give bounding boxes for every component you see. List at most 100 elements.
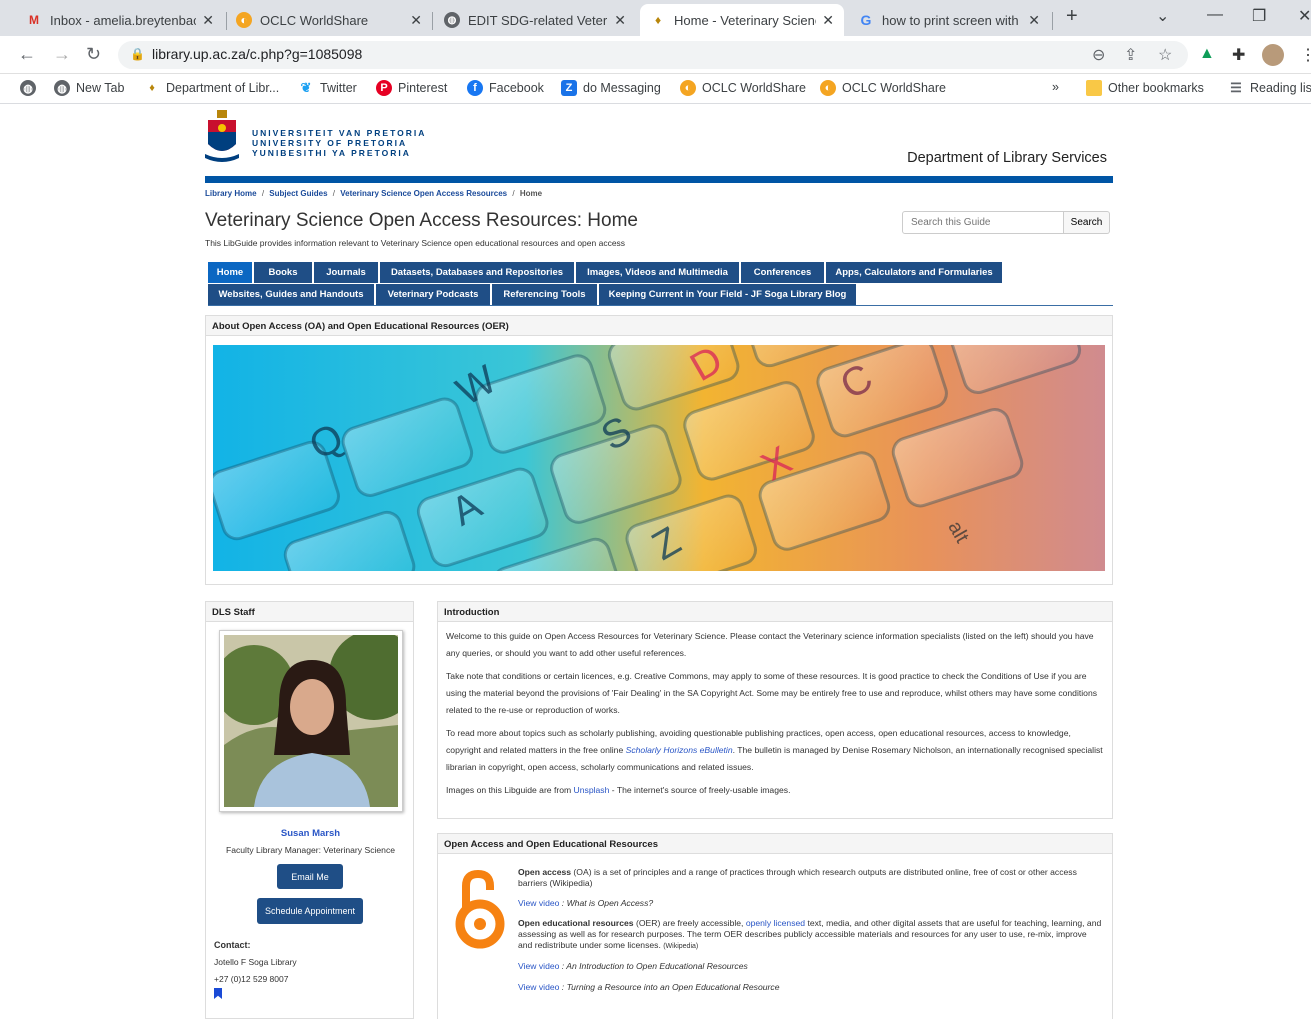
tab-search-chevron-icon[interactable]: ⌄ — [1156, 6, 1169, 26]
view-video-link[interactable]: View video — [518, 961, 559, 971]
breadcrumb-guide[interactable]: Veterinary Science Open Access Resources — [340, 189, 507, 198]
search-button[interactable]: Search — [1064, 211, 1110, 234]
close-icon[interactable]: ✕ — [1028, 12, 1040, 29]
tab-conferences[interactable]: Conferences — [741, 262, 824, 283]
gmail-icon: M — [29, 13, 39, 27]
minimize-icon[interactable]: — — [1207, 6, 1223, 24]
tab-label: how to print screen with c — [882, 12, 1023, 28]
guide-description: This LibGuide provides information relev… — [205, 238, 626, 248]
up-crest-icon: ♦ — [149, 82, 155, 94]
globe-icon: ◍ — [54, 80, 70, 96]
tab-label: Inbox - amelia.breytenbac — [50, 12, 197, 28]
department-title: Department of Library Services — [907, 150, 1107, 166]
tab-referencing[interactable]: Referencing Tools — [492, 284, 597, 305]
profile-avatar[interactable] — [1262, 44, 1284, 66]
view-video-link[interactable]: View video — [518, 898, 559, 908]
schedule-appointment-button[interactable]: Schedule Appointment — [257, 898, 363, 924]
extensions-puzzle-icon[interactable]: ✚ — [1232, 45, 1245, 65]
intro-paragraph-3: To read more about topics such as schola… — [446, 728, 1103, 772]
close-icon[interactable]: ✕ — [822, 12, 834, 29]
breadcrumb-library-home[interactable]: Library Home — [205, 189, 257, 198]
bookmark-ribbon-icon[interactable] — [214, 988, 222, 999]
bookmark-dept-library[interactable]: ♦ Department of Libr... — [144, 80, 279, 96]
tab-books[interactable]: Books — [254, 262, 312, 283]
guide-search: Search — [902, 211, 1110, 234]
close-icon[interactable]: ✕ — [410, 12, 422, 29]
new-tab-button[interactable]: + — [1066, 5, 1078, 28]
tab-apps[interactable]: Apps, Calculators and Formularies — [826, 262, 1002, 283]
tab-journals[interactable]: Journals — [314, 262, 378, 283]
search-input[interactable] — [902, 211, 1064, 234]
tab-datasets[interactable]: Datasets, Databases and Repositories — [380, 262, 574, 283]
unsplash-link[interactable]: Unsplash — [574, 785, 610, 795]
browser-tab-home-vet[interactable]: ♦ Home - Veterinary Scienc ✕ — [640, 4, 844, 36]
intro-paragraph-1: Welcome to this guide on Open Access Res… — [446, 631, 1094, 658]
restore-icon[interactable]: ❐ — [1252, 6, 1266, 26]
bookmark-new-tab[interactable]: ◍ New Tab — [54, 80, 124, 96]
bookmark-do-messaging[interactable]: Zdo Messaging — [561, 80, 661, 96]
page-title: Veterinary Science Open Access Resources… — [205, 210, 638, 231]
university-crest-logo[interactable] — [205, 110, 239, 166]
google-icon: G — [860, 12, 872, 28]
breadcrumb-current: Home — [519, 189, 543, 198]
email-me-button[interactable]: Email Me — [277, 864, 343, 889]
oer-video-3: View video : Turning a Resource into an … — [518, 982, 780, 992]
tab-images[interactable]: Images, Videos and Multimedia — [576, 262, 739, 283]
tab-label: EDIT SDG-related Veterina — [468, 12, 608, 28]
tab-home[interactable]: Home — [208, 262, 252, 283]
apps-globe-icon[interactable]: ◍ — [20, 80, 42, 96]
staff-role: Faculty Library Manager: Veterinary Scie… — [225, 845, 396, 855]
oa-definition: Open access (OA) is a set of principles … — [518, 867, 1077, 888]
close-icon[interactable]: ✕ — [614, 12, 626, 29]
oclc-icon: ◐ — [236, 12, 252, 28]
tab-keeping-current[interactable]: Keeping Current in Your Field - JF Soga … — [599, 284, 856, 305]
breadcrumb: Library Home / Subject Guides / Veterina… — [205, 189, 543, 198]
intro-paragraph-4: Images on this Libguide are from Unsplas… — [446, 785, 791, 795]
openly-licensed-link[interactable]: openly licensed — [746, 918, 805, 928]
browser-tab-oclc[interactable]: ◐ OCLC WorldShare ✕ — [226, 4, 432, 36]
bookmark-pinterest[interactable]: P Pinterest — [376, 80, 447, 96]
browser-tab-gmail[interactable]: M Inbox - amelia.breytenbac ✕ — [16, 4, 224, 36]
close-icon[interactable]: ✕ — [202, 12, 214, 29]
share-icon[interactable]: ⇪ — [1124, 45, 1137, 65]
forward-arrow-icon[interactable]: → — [53, 44, 71, 65]
box-title: About Open Access (OA) and Open Educatio… — [206, 316, 1112, 336]
menu-kebab-icon[interactable]: ⋮ — [1300, 45, 1311, 65]
university-name-logo: UNIVERSITEIT VAN PRETORIA UNIVERSITY OF … — [252, 128, 427, 158]
oer-definition: Open educational resources (OER) are fre… — [518, 918, 1102, 950]
url-bar[interactable]: 🔒 library.up.ac.za/c.php?g=1085098 ⊖ ⇪ ☆ — [118, 41, 1188, 69]
back-arrow-icon[interactable]: ← — [18, 44, 36, 65]
box-title: DLS Staff — [206, 602, 413, 622]
staff-name[interactable]: Susan Marsh — [206, 828, 415, 839]
bookmark-facebook[interactable]: f Facebook — [467, 80, 544, 96]
bookmarks-overflow-button[interactable]: » — [1052, 80, 1059, 94]
reading-list[interactable]: ☰ Reading lis — [1228, 80, 1311, 96]
contact-phone: +27 (0)12 529 8007 — [214, 974, 289, 984]
reload-icon[interactable]: ↻ — [86, 44, 101, 65]
bookmark-star-icon[interactable]: ☆ — [1158, 45, 1172, 65]
browser-tab-edit-sdg[interactable]: ◍ EDIT SDG-related Veterina ✕ — [434, 4, 636, 36]
google-drive-icon[interactable]: ▲ — [1199, 45, 1215, 63]
contact-label: Contact: — [214, 940, 251, 950]
window-close-icon[interactable]: ✕ — [1298, 6, 1311, 26]
view-video-link[interactable]: View video — [518, 982, 559, 992]
tab-label: Home - Veterinary Scienc — [674, 12, 817, 28]
box-title: Open Access and Open Educational Resourc… — [438, 834, 1112, 854]
zoom-icon[interactable]: ⊖ — [1092, 45, 1105, 65]
other-bookmarks[interactable]: Other bookmarks — [1086, 80, 1204, 96]
folder-icon — [1086, 80, 1102, 96]
bookmark-oclc-1[interactable]: ◐ OCLC WorldShare — [680, 80, 806, 96]
bookmark-oclc-2[interactable]: ◐ OCLC WorldShare — [820, 80, 946, 96]
tab-podcasts[interactable]: Veterinary Podcasts — [376, 284, 490, 305]
header-divider — [205, 176, 1113, 183]
breadcrumb-subject-guides[interactable]: Subject Guides — [269, 189, 327, 198]
keyboard-banner-image: W D C Q S X A Z alt — [213, 345, 1105, 571]
scholarly-horizons-link[interactable]: Scholarly Horizons eBulletin — [626, 745, 733, 755]
browser-tab-google[interactable]: G how to print screen with c ✕ — [848, 4, 1050, 36]
tab-websites[interactable]: Websites, Guides and Handouts — [208, 284, 374, 305]
url-text[interactable]: library.up.ac.za/c.php?g=1085098 — [152, 46, 362, 62]
facebook-icon: f — [467, 80, 483, 96]
bookmark-twitter[interactable]: ❦ Twitter — [298, 80, 357, 96]
about-oa-box: About Open Access (OA) and Open Educatio… — [205, 315, 1113, 585]
oer-video-2: View video : An Introduction to Open Edu… — [518, 961, 748, 971]
